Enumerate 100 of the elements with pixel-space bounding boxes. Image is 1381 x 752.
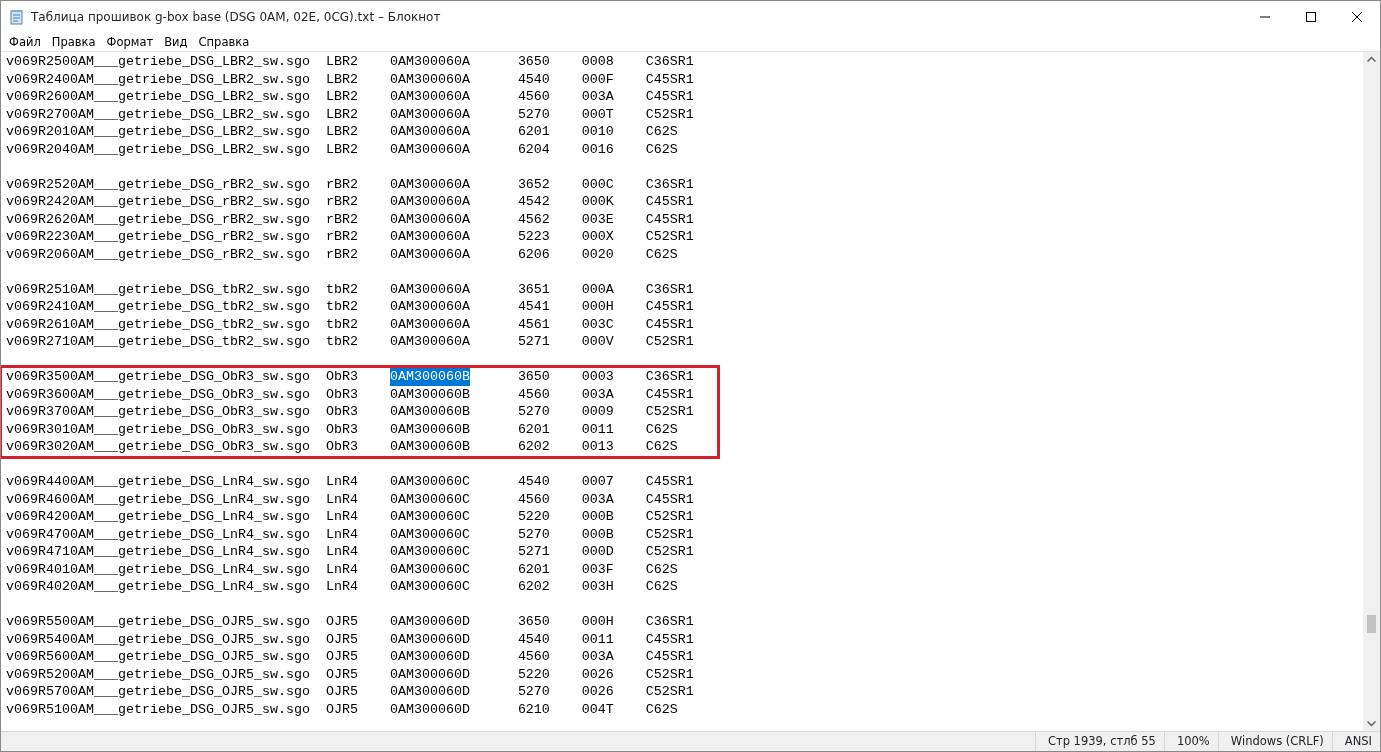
- file-name: v069R3700AM___getriebe_DSG_ObR3_sw.sgo: [6, 403, 310, 421]
- software-number: 6206: [517, 245, 550, 263]
- variant-code: ObR3: [325, 403, 358, 421]
- software-number: 3650: [517, 53, 550, 71]
- part-number: 0AM300060D: [389, 700, 470, 718]
- box-code: C52SR1: [645, 333, 694, 351]
- box-code: C62S: [645, 700, 678, 718]
- box-code: C52SR1: [645, 105, 694, 123]
- part-number: 0AM300060A: [389, 245, 470, 263]
- variant-code: LBR2: [325, 140, 358, 158]
- software-number: 6201: [517, 560, 550, 578]
- software-number: 5270: [517, 683, 550, 701]
- box-code: C52SR1: [645, 665, 694, 683]
- part-number: 0AM300060A: [389, 175, 470, 193]
- box-code: C62S: [645, 578, 678, 596]
- file-name: v069R5500AM___getriebe_DSG_OJR5_sw.sgo: [6, 613, 310, 631]
- software-number: 6201: [517, 123, 550, 141]
- variant-code: LBR2: [325, 105, 358, 123]
- software-number: 5270: [517, 105, 550, 123]
- variant-code: LBR2: [325, 70, 358, 88]
- software-number: 6204: [517, 140, 550, 158]
- scrollbar-thumb[interactable]: [1367, 615, 1376, 633]
- software-number: 6202: [517, 438, 550, 456]
- version-code: 000H: [581, 613, 614, 631]
- box-code: C36SR1: [645, 175, 694, 193]
- version-code: 0013: [581, 438, 614, 456]
- software-number: 4540: [517, 630, 550, 648]
- part-number: 0AM300060D: [389, 665, 470, 683]
- part-number: 0AM300060A: [389, 88, 470, 106]
- variant-code: LnR4: [325, 508, 358, 526]
- box-code: C45SR1: [645, 70, 694, 88]
- box-code: C45SR1: [645, 473, 694, 491]
- scroll-up-icon[interactable]: [1367, 56, 1376, 62]
- version-code: 000H: [581, 298, 614, 316]
- box-code: C62S: [645, 560, 678, 578]
- box-code: C36SR1: [645, 613, 694, 631]
- variant-code: rBR2: [325, 193, 358, 211]
- variant-code: LBR2: [325, 88, 358, 106]
- box-code: C36SR1: [645, 53, 694, 71]
- box-code: C52SR1: [645, 525, 694, 543]
- software-number: 6202: [517, 578, 550, 596]
- variant-code: OJR5: [325, 665, 358, 683]
- menu-item[interactable]: Справка: [193, 33, 256, 51]
- version-code: 003C: [581, 315, 614, 333]
- box-code: C45SR1: [645, 648, 694, 666]
- version-code: 000B: [581, 525, 614, 543]
- version-code: 003H: [581, 578, 614, 596]
- version-code: 003A: [581, 385, 614, 403]
- file-name: v069R4020AM___getriebe_DSG_LnR4_sw.sgo: [6, 578, 310, 596]
- software-number: 6210: [517, 700, 550, 718]
- version-code: 000B: [581, 508, 614, 526]
- part-number: 0AM300060D: [389, 648, 470, 666]
- variant-code: rBR2: [325, 228, 358, 246]
- software-number: 4562: [517, 210, 550, 228]
- file-name: v069R4400AM___getriebe_DSG_LnR4_sw.sgo: [6, 473, 310, 491]
- part-number: 0AM300060D: [389, 613, 470, 631]
- part-number: 0AM300060C: [389, 508, 470, 526]
- cursor-position: Стр 1939, стлб 55: [1034, 732, 1164, 751]
- part-number: 0AM300060A: [389, 53, 470, 71]
- variant-code: tbR2: [325, 280, 358, 298]
- box-code: C52SR1: [645, 508, 694, 526]
- file-name: v069R4600AM___getriebe_DSG_LnR4_sw.sgo: [6, 490, 310, 508]
- software-number: 4560: [517, 88, 550, 106]
- file-name: v069R5400AM___getriebe_DSG_OJR5_sw.sgo: [6, 630, 310, 648]
- box-code: C62S: [645, 420, 678, 438]
- file-name: v069R2600AM___getriebe_DSG_LBR2_sw.sgo: [6, 88, 310, 106]
- version-code: 0020: [581, 245, 614, 263]
- version-code: 003F: [581, 560, 614, 578]
- version-code: 0026: [581, 683, 614, 701]
- box-code: C45SR1: [645, 630, 694, 648]
- scroll-down-icon[interactable]: [1367, 721, 1376, 727]
- part-number: 0AM300060A: [389, 210, 470, 228]
- file-name: v069R2400AM___getriebe_DSG_LBR2_sw.sgo: [6, 70, 310, 88]
- part-number: 0AM300060C: [389, 473, 470, 491]
- part-number: 0AM300060C: [389, 490, 470, 508]
- menu-item[interactable]: Вид: [159, 33, 194, 51]
- software-number: 4561: [517, 315, 550, 333]
- box-code: C62S: [645, 123, 678, 141]
- file-name: v069R4700AM___getriebe_DSG_LnR4_sw.sgo: [6, 525, 310, 543]
- variant-code: OJR5: [325, 648, 358, 666]
- part-number: 0AM300060D: [389, 683, 470, 701]
- menu-item[interactable]: Правка: [46, 33, 102, 51]
- part-number: 0AM300060B: [389, 385, 470, 403]
- file-name: v069R4010AM___getriebe_DSG_LnR4_sw.sgo: [6, 560, 310, 578]
- version-code: 000C: [581, 175, 614, 193]
- part-number: 0AM300060B: [389, 438, 470, 456]
- menu-item[interactable]: Файл: [4, 33, 47, 51]
- file-name: v069R2520AM___getriebe_DSG_rBR2_sw.sgo: [6, 175, 310, 193]
- part-number: 0AM300060A: [389, 298, 470, 316]
- file-name: v069R3600AM___getriebe_DSG_ObR3_sw.sgo: [6, 385, 310, 403]
- file-name: v069R2230AM___getriebe_DSG_rBR2_sw.sgo: [6, 228, 310, 246]
- version-code: 000V: [581, 333, 614, 351]
- version-code: 0008: [581, 53, 614, 71]
- menu-item[interactable]: Формат: [101, 33, 160, 51]
- software-number: 3650: [517, 368, 550, 386]
- part-number: 0AM300060B: [389, 368, 470, 386]
- software-number: 5220: [517, 508, 550, 526]
- software-number: 5270: [517, 525, 550, 543]
- encoding: ANSI: [1331, 732, 1380, 751]
- variant-code: LnR4: [325, 543, 358, 561]
